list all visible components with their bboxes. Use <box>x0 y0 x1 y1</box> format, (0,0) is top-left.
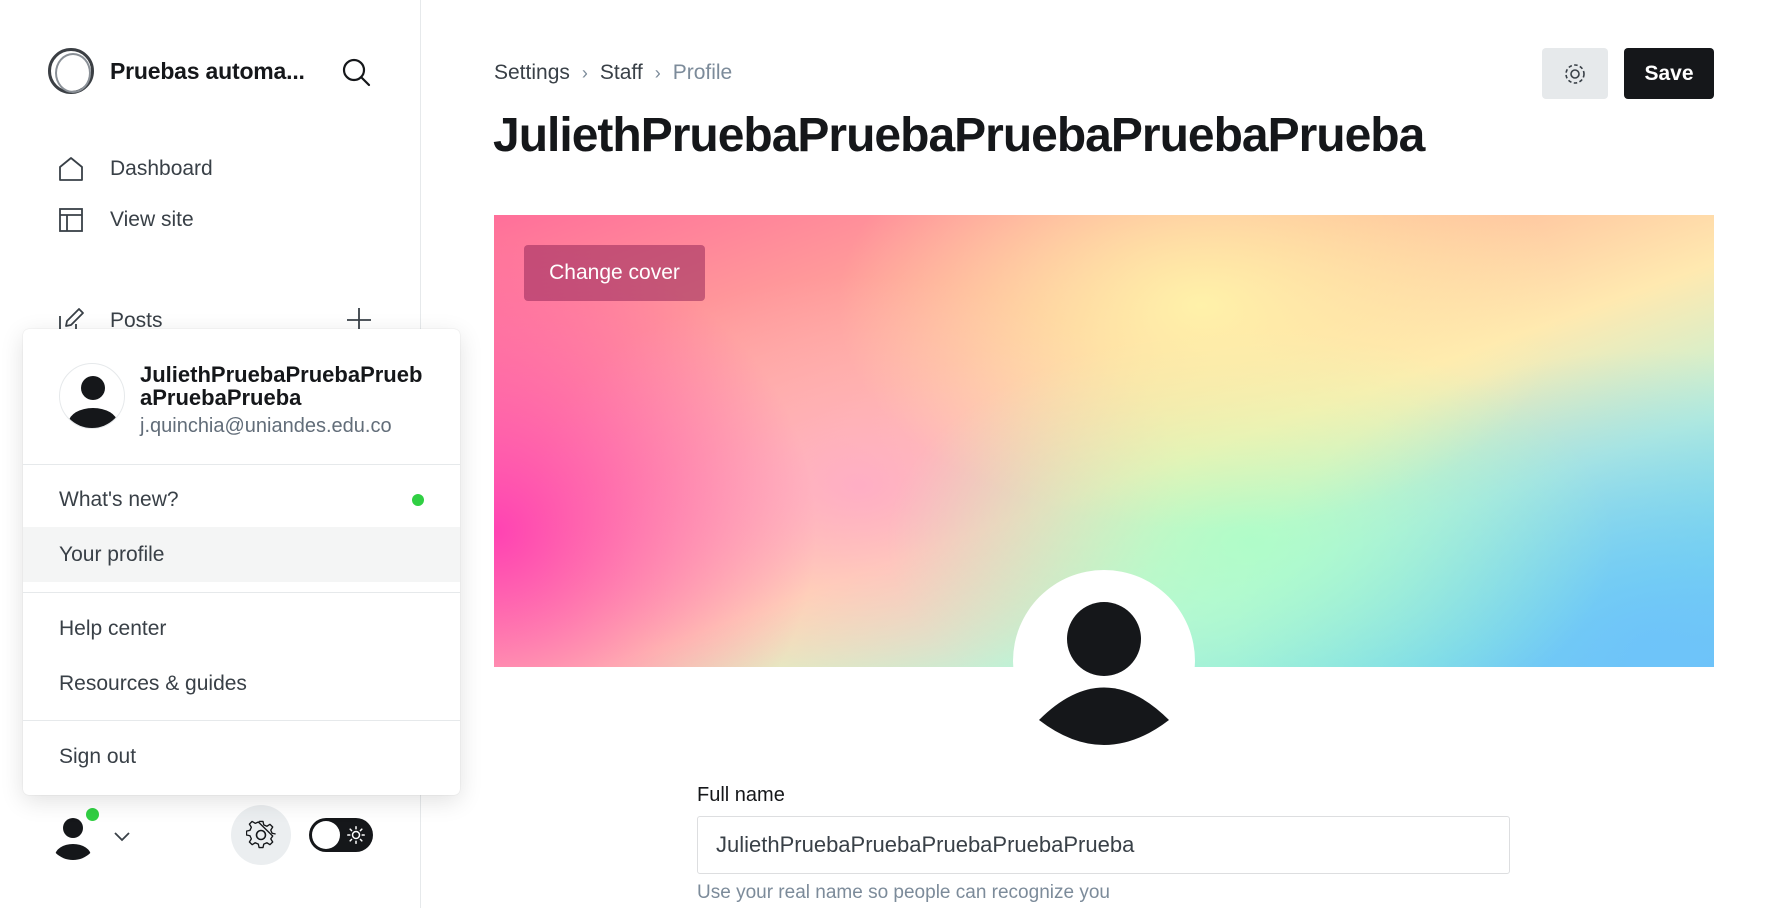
online-status-dot <box>84 806 101 823</box>
nav-view-site-label: View site <box>110 208 194 231</box>
menu-user-email: j.quinchia@uniandes.edu.co <box>140 415 392 437</box>
site-title: Pruebas automa... <box>110 57 305 84</box>
menu-item-whats-new[interactable]: What's new? <box>23 472 460 527</box>
theme-toggle[interactable] <box>309 818 373 852</box>
breadcrumb-settings[interactable]: Settings <box>494 61 570 85</box>
settings-button[interactable] <box>231 805 291 865</box>
full-name-hint: Use your real name so people can recogni… <box>697 882 1110 903</box>
avatar <box>59 363 125 429</box>
change-cover-button[interactable]: Change cover <box>524 245 705 301</box>
toggle-knob <box>312 821 340 849</box>
chevron-right-icon: › <box>654 62 661 83</box>
nav-dashboard-label: Dashboard <box>110 157 213 180</box>
menu-item-label: Resources & guides <box>59 671 247 695</box>
site-header[interactable]: Pruebas automa... <box>48 48 310 94</box>
profile-avatar[interactable] <box>1013 570 1195 752</box>
menu-item-help-center[interactable]: Help center <box>23 601 460 656</box>
menu-item-label: Help center <box>59 616 167 640</box>
breadcrumb-staff[interactable]: Staff <box>600 61 643 85</box>
breadcrumb-profile: Profile <box>672 61 733 84</box>
menu-divider <box>23 464 460 465</box>
breadcrumb: Settings › Staff › Profile <box>494 61 732 85</box>
search-icon[interactable] <box>340 56 372 88</box>
chevron-right-icon: › <box>581 62 588 83</box>
page-title: JuliethPruebaPruebaPruebaPruebaPrueba <box>493 109 1425 162</box>
user-avatar-icon <box>69 376 117 428</box>
menu-user-card: JuliethPruebaPruebaPruebaPruebaPrueba j.… <box>59 363 430 438</box>
menu-item-sign-out[interactable]: Sign out <box>23 729 460 784</box>
menu-divider <box>23 592 460 593</box>
actions-gear-button[interactable] <box>1542 48 1608 99</box>
full-name-label: Full name <box>697 784 785 806</box>
menu-item-your-profile[interactable]: Your profile <box>23 527 460 582</box>
gear-icon <box>1565 63 1585 84</box>
nav-dashboard[interactable]: Dashboard <box>56 154 213 184</box>
menu-item-label: Your profile <box>59 542 165 566</box>
full-name-input[interactable] <box>697 816 1510 874</box>
new-indicator-dot <box>412 494 424 506</box>
menu-item-label: What's new? <box>59 487 179 511</box>
menu-item-resources[interactable]: Resources & guides <box>23 656 460 711</box>
chevron-down-icon[interactable] <box>112 826 132 846</box>
menu-item-label: Sign out <box>59 744 137 768</box>
user-menu: JuliethPruebaPruebaPruebaPruebaPrueba j.… <box>23 329 460 795</box>
user-avatar-icon <box>1039 602 1169 745</box>
gear-icon <box>246 820 276 849</box>
menu-user-name: JuliethPruebaPruebaPruebaPruebaPrueba <box>140 362 423 410</box>
home-icon <box>59 157 83 181</box>
menu-divider <box>23 720 460 721</box>
layout-icon <box>59 208 83 232</box>
nav-view-site[interactable]: View site <box>56 205 194 235</box>
sun-icon <box>347 826 365 844</box>
site-logo <box>48 48 94 94</box>
save-button[interactable]: Save <box>1624 48 1714 99</box>
